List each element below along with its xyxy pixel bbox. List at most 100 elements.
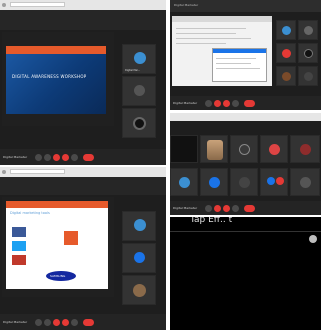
slide-header bbox=[6, 201, 108, 208]
participant-tile[interactable] bbox=[200, 168, 228, 196]
participant-tile[interactable] bbox=[276, 20, 296, 40]
text-line bbox=[216, 58, 256, 59]
avatar bbox=[134, 52, 146, 64]
participant-tile[interactable] bbox=[298, 20, 318, 40]
text-line bbox=[176, 28, 246, 29]
shared-screen: DIGITAL AWARENESS WORKSHOP bbox=[2, 32, 114, 126]
divider bbox=[170, 231, 321, 232]
browser-dot-icon bbox=[2, 3, 6, 7]
avatar bbox=[282, 26, 291, 35]
end-call-button[interactable] bbox=[83, 153, 94, 161]
mic-icon[interactable] bbox=[35, 318, 42, 326]
presenter-label: Digital Marketer bbox=[3, 155, 28, 159]
hand-icon[interactable] bbox=[62, 318, 69, 326]
presenter-label: Digital Marketer bbox=[3, 320, 28, 324]
avatar bbox=[269, 144, 280, 155]
participant-tile[interactable] bbox=[290, 135, 320, 163]
avatar bbox=[267, 177, 275, 185]
avatar bbox=[282, 49, 291, 58]
participant-tile[interactable] bbox=[122, 108, 156, 138]
participant-tile[interactable] bbox=[170, 168, 198, 196]
participant-tile[interactable] bbox=[260, 168, 288, 196]
end-call-button[interactable] bbox=[244, 204, 255, 212]
window-header bbox=[0, 10, 166, 30]
logo-icon bbox=[12, 241, 26, 251]
participant-tile[interactable] bbox=[276, 66, 296, 86]
avatar bbox=[276, 177, 284, 185]
mic-icon[interactable] bbox=[205, 99, 212, 107]
presenter-label: Digital Marketer bbox=[173, 101, 198, 105]
avatar bbox=[133, 117, 146, 130]
end-call-button[interactable] bbox=[83, 318, 94, 326]
mic-icon[interactable] bbox=[35, 153, 42, 161]
more-icon[interactable] bbox=[71, 318, 78, 326]
participant-tile[interactable] bbox=[200, 135, 228, 163]
more-icon[interactable] bbox=[232, 204, 239, 212]
more-icon[interactable] bbox=[71, 153, 78, 161]
avatar bbox=[304, 72, 313, 81]
avatar bbox=[239, 177, 250, 188]
address-bar[interactable] bbox=[10, 169, 65, 174]
participant-tile[interactable] bbox=[122, 76, 156, 106]
participant-tile[interactable] bbox=[230, 135, 258, 163]
shared-document bbox=[172, 16, 272, 86]
window-header bbox=[0, 177, 166, 195]
avatar bbox=[179, 177, 190, 188]
slide-heading: Digital marketing tools bbox=[10, 211, 50, 215]
shared-screen: Digital marketing tools SAMSUNG bbox=[2, 197, 114, 297]
avatar bbox=[304, 26, 313, 35]
share-icon[interactable] bbox=[53, 318, 60, 326]
participant-tile[interactable] bbox=[276, 43, 296, 63]
meeting-window-2: Digital Marketer Digital Marketer bbox=[170, 0, 321, 110]
participant-tile[interactable] bbox=[122, 275, 156, 305]
video-panel: Tap Eff.. t bbox=[170, 217, 321, 330]
meeting-window-3: Digital Marketer bbox=[170, 113, 321, 215]
avatar bbox=[300, 177, 311, 188]
avatar bbox=[134, 219, 146, 231]
meeting-toolbar: Digital Marketer bbox=[170, 96, 321, 110]
avatar bbox=[282, 72, 291, 81]
slide: DIGITAL AWARENESS WORKSHOP bbox=[6, 46, 106, 114]
presenter-label: Digital Marketer bbox=[173, 206, 198, 210]
participant-tile[interactable] bbox=[122, 243, 156, 273]
camera-icon[interactable] bbox=[44, 153, 51, 161]
camera-icon[interactable] bbox=[214, 204, 221, 212]
meeting-toolbar: Digital Marketer bbox=[0, 149, 166, 165]
document-toolbar bbox=[172, 16, 272, 22]
avatar bbox=[239, 144, 250, 155]
text-line bbox=[176, 38, 251, 39]
browser-bar bbox=[0, 167, 166, 177]
logo-icon bbox=[12, 227, 26, 237]
participant-tile[interactable] bbox=[230, 168, 258, 196]
meeting-window-4: Digital marketing tools SAMSUNG Digital … bbox=[0, 167, 166, 330]
browser-dot-icon bbox=[2, 170, 6, 174]
share-icon[interactable] bbox=[53, 153, 60, 161]
participant-tile[interactable] bbox=[170, 135, 198, 163]
mic-icon[interactable] bbox=[205, 204, 212, 212]
avatar bbox=[133, 284, 146, 297]
share-icon[interactable] bbox=[223, 204, 230, 212]
participant-tile[interactable] bbox=[298, 66, 318, 86]
text-line bbox=[216, 68, 260, 69]
camera-icon[interactable] bbox=[214, 99, 221, 107]
more-icon[interactable] bbox=[232, 99, 239, 107]
participant-tile[interactable] bbox=[298, 43, 318, 63]
address-bar[interactable] bbox=[10, 2, 65, 7]
hand-icon[interactable] bbox=[62, 153, 69, 161]
text-line bbox=[176, 33, 236, 34]
dialog-box[interactable] bbox=[212, 48, 267, 82]
avatar bbox=[309, 235, 317, 243]
participant-tile[interactable]: Digital Mar... bbox=[122, 44, 156, 74]
share-icon[interactable] bbox=[223, 99, 230, 107]
participant-name: Digital Mar... bbox=[125, 69, 141, 72]
camera-icon[interactable] bbox=[44, 318, 51, 326]
participant-tile[interactable] bbox=[260, 135, 288, 163]
window-title: Digital Marketer bbox=[174, 3, 199, 7]
window-header: Digital Marketer bbox=[170, 0, 321, 12]
slide-header bbox=[6, 46, 106, 54]
participant-tile[interactable] bbox=[122, 211, 156, 241]
meeting-toolbar: Digital Marketer bbox=[0, 314, 166, 330]
browser-bar bbox=[170, 113, 321, 121]
participant-tile[interactable] bbox=[290, 168, 320, 196]
end-call-button[interactable] bbox=[244, 99, 255, 107]
